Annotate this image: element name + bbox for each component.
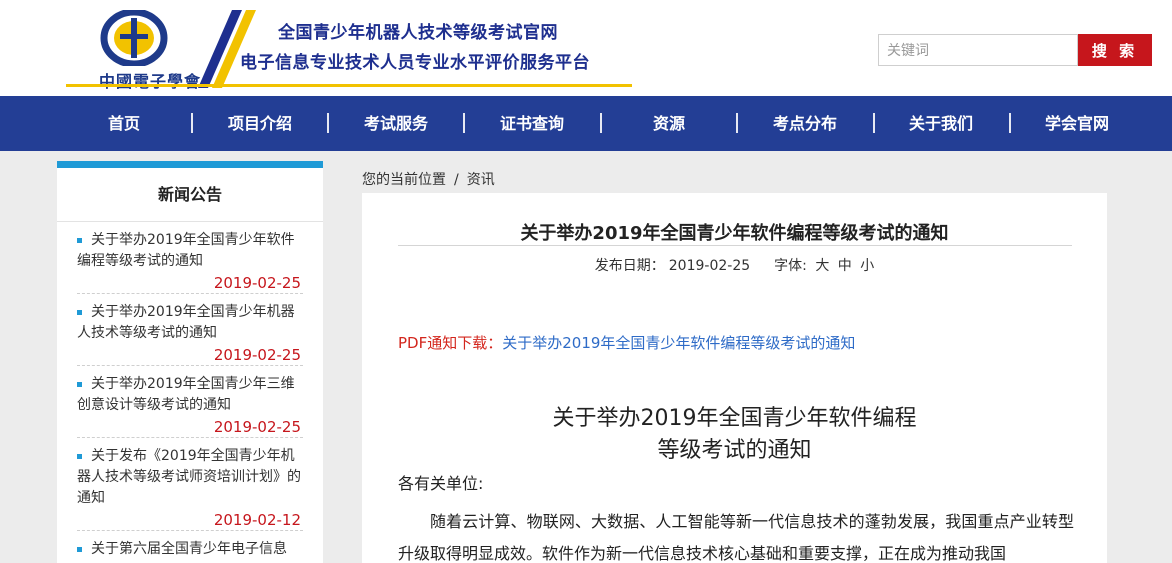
nav-item-exam-sites[interactable]: 考点分布 bbox=[737, 96, 873, 151]
cie-emblem-icon bbox=[100, 10, 168, 66]
article-meta: 发布日期： 2019-02-25 字体: 大 中 小 bbox=[362, 255, 1107, 275]
breadcrumb-prefix: 您的当前位置 bbox=[362, 172, 446, 188]
document-heading-line2: 等级考试的通知 bbox=[657, 438, 812, 463]
document-body: 随着云计算、物联网、大数据、人工智能等新一代信息技术的蓬勃发展，我国重点产业转型… bbox=[398, 512, 1074, 563]
breadcrumb: 您的当前位置 / 资讯 bbox=[362, 169, 495, 189]
nav-item-resources[interactable]: 资源 bbox=[601, 96, 737, 151]
font-size-large[interactable]: 大 bbox=[815, 258, 829, 274]
news-item-date: 2019-02-25 bbox=[213, 418, 301, 436]
news-item-date: 2019-02-25 bbox=[213, 274, 301, 292]
news-item-date: 2019-02-12 bbox=[213, 511, 301, 529]
nav-item-exam-service[interactable]: 考试服务 bbox=[328, 96, 464, 151]
header-underline bbox=[66, 84, 632, 87]
article-panel: 关于举办2019年全国青少年软件编程等级考试的通知 发布日期： 2019-02-2… bbox=[362, 193, 1107, 563]
sidebar-title: 新闻公告 bbox=[157, 185, 222, 204]
sidebar-divider bbox=[57, 221, 323, 222]
font-size-label: 字体: bbox=[774, 258, 807, 274]
news-divider bbox=[77, 365, 303, 366]
breadcrumb-separator: / bbox=[454, 172, 459, 188]
search-button[interactable]: 搜 索 bbox=[1078, 34, 1152, 66]
site-title-line1: 全国青少年机器人技术等级考试官网 bbox=[278, 23, 558, 43]
document-heading: 关于举办2019年全国青少年软件编程 等级考试的通知 bbox=[362, 403, 1107, 467]
publish-date: 2019-02-25 bbox=[668, 258, 751, 274]
breadcrumb-current[interactable]: 资讯 bbox=[467, 172, 495, 188]
publish-date-label: 发布日期： bbox=[594, 258, 665, 274]
article-title: 关于举办2019年全国青少年软件编程等级考试的通知 bbox=[520, 223, 949, 244]
news-item-title[interactable]: 关于第六届全国青少年电子信息 bbox=[77, 539, 303, 560]
pdf-download-label: PDF通知下载： bbox=[398, 334, 503, 352]
nav-item-about-us[interactable]: 关于我们 bbox=[873, 96, 1009, 151]
article-title-divider bbox=[398, 245, 1072, 246]
main-nav: 首页 项目介绍 考试服务 证书查询 资源 考点分布 关于我们 学会官网 bbox=[0, 96, 1172, 151]
news-item-title[interactable]: 关于举办2019年全国青少年机器人技术等级考试的通知 bbox=[77, 302, 303, 344]
font-size-small[interactable]: 小 bbox=[860, 258, 874, 274]
news-item[interactable]: 关于举办2019年全国青少年三维创意设计等级考试的通知 2019-02-25 bbox=[77, 374, 303, 436]
news-divider bbox=[77, 437, 303, 438]
news-item[interactable]: 关于举办2019年全国青少年机器人技术等级考试的通知 2019-02-25 bbox=[77, 302, 303, 364]
news-item[interactable]: 关于举办2019年全国青少年软件编程等级考试的通知 2019-02-25 bbox=[77, 230, 303, 292]
document-heading-line1: 关于举办2019年全国青少年软件编程 bbox=[552, 406, 917, 431]
news-item-title[interactable]: 关于举办2019年全国青少年三维创意设计等级考试的通知 bbox=[77, 374, 303, 416]
nav-item-home[interactable]: 首页 bbox=[56, 96, 192, 151]
news-item[interactable]: 关于第六届全国青少年电子信息 bbox=[77, 539, 303, 560]
nav-item-society-site[interactable]: 学会官网 bbox=[1009, 96, 1145, 151]
pdf-download-link[interactable]: 关于举办2019年全国青少年软件编程等级考试的通知 bbox=[502, 334, 855, 352]
news-item[interactable]: 关于发布《2019年全国青少年机器人技术等级考试师资培训计划》的通知 2019-… bbox=[77, 446, 303, 529]
site-title-line2: 电子信息专业技术人员专业水平评价服务平台 bbox=[240, 53, 590, 73]
news-item-title[interactable]: 关于举办2019年全国青少年软件编程等级考试的通知 bbox=[77, 230, 303, 272]
nav-item-certificate-query[interactable]: 证书查询 bbox=[464, 96, 600, 151]
news-item-date: 2019-02-25 bbox=[213, 346, 301, 364]
news-sidebar: 新闻公告 关于举办2019年全国青少年软件编程等级考试的通知 2019-02-2… bbox=[57, 161, 323, 563]
news-divider bbox=[77, 530, 303, 531]
site-header: 中國電子學會 全国青少年机器人技术等级考试官网 电子信息专业技术人员专业水平评价… bbox=[0, 0, 1172, 96]
news-divider bbox=[77, 293, 303, 294]
nav-item-project-intro[interactable]: 项目介绍 bbox=[192, 96, 328, 151]
document-salutation: 各有关单位: bbox=[398, 474, 484, 493]
news-item-title[interactable]: 关于发布《2019年全国青少年机器人技术等级考试师资培训计划》的通知 bbox=[77, 446, 303, 509]
font-size-medium[interactable]: 中 bbox=[838, 258, 852, 274]
pdf-download-line: PDF通知下载：关于举办2019年全国青少年软件编程等级考试的通知 bbox=[398, 332, 855, 353]
search-input[interactable] bbox=[878, 34, 1078, 66]
sidebar-accent-bar bbox=[57, 161, 323, 168]
